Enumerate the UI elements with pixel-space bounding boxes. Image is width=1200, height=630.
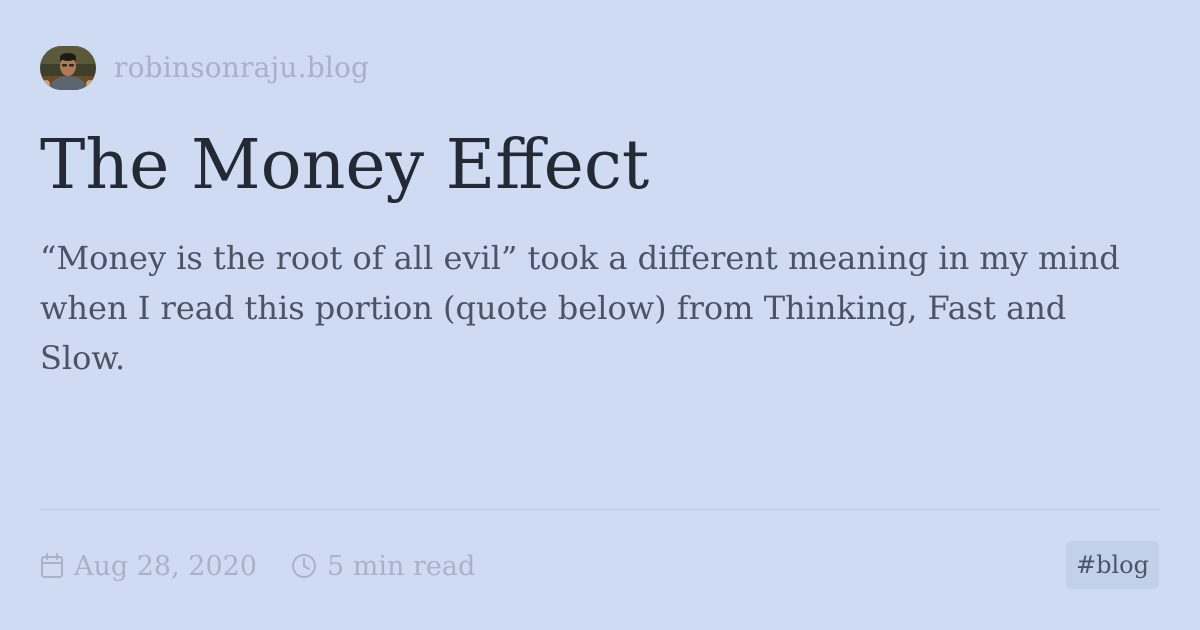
avatar-photo-icon: [40, 46, 96, 90]
calendar-icon: [41, 553, 63, 578]
site-name[interactable]: robinsonraju.blog: [114, 46, 369, 90]
post-date-text: Aug 28, 2020: [74, 550, 257, 582]
site-header[interactable]: robinsonraju.blog: [40, 46, 369, 90]
avatar: [40, 46, 96, 90]
share-card: robinsonraju.blog The Money Effect “Mone…: [0, 0, 1200, 630]
post-date: Aug 28, 2020: [40, 551, 257, 582]
post-meta: Aug 28, 2020 5 min read: [40, 546, 475, 586]
post-read-time-text: 5 min read: [327, 550, 476, 582]
divider: [40, 509, 1160, 510]
clock-icon: [292, 554, 316, 578]
tag-blog[interactable]: #blog: [1066, 541, 1159, 589]
post-read-time: 5 min read: [291, 551, 475, 582]
post-title: The Money Effect: [40, 126, 650, 205]
post-description: “Money is the root of all evil” took a d…: [40, 239, 1120, 377]
